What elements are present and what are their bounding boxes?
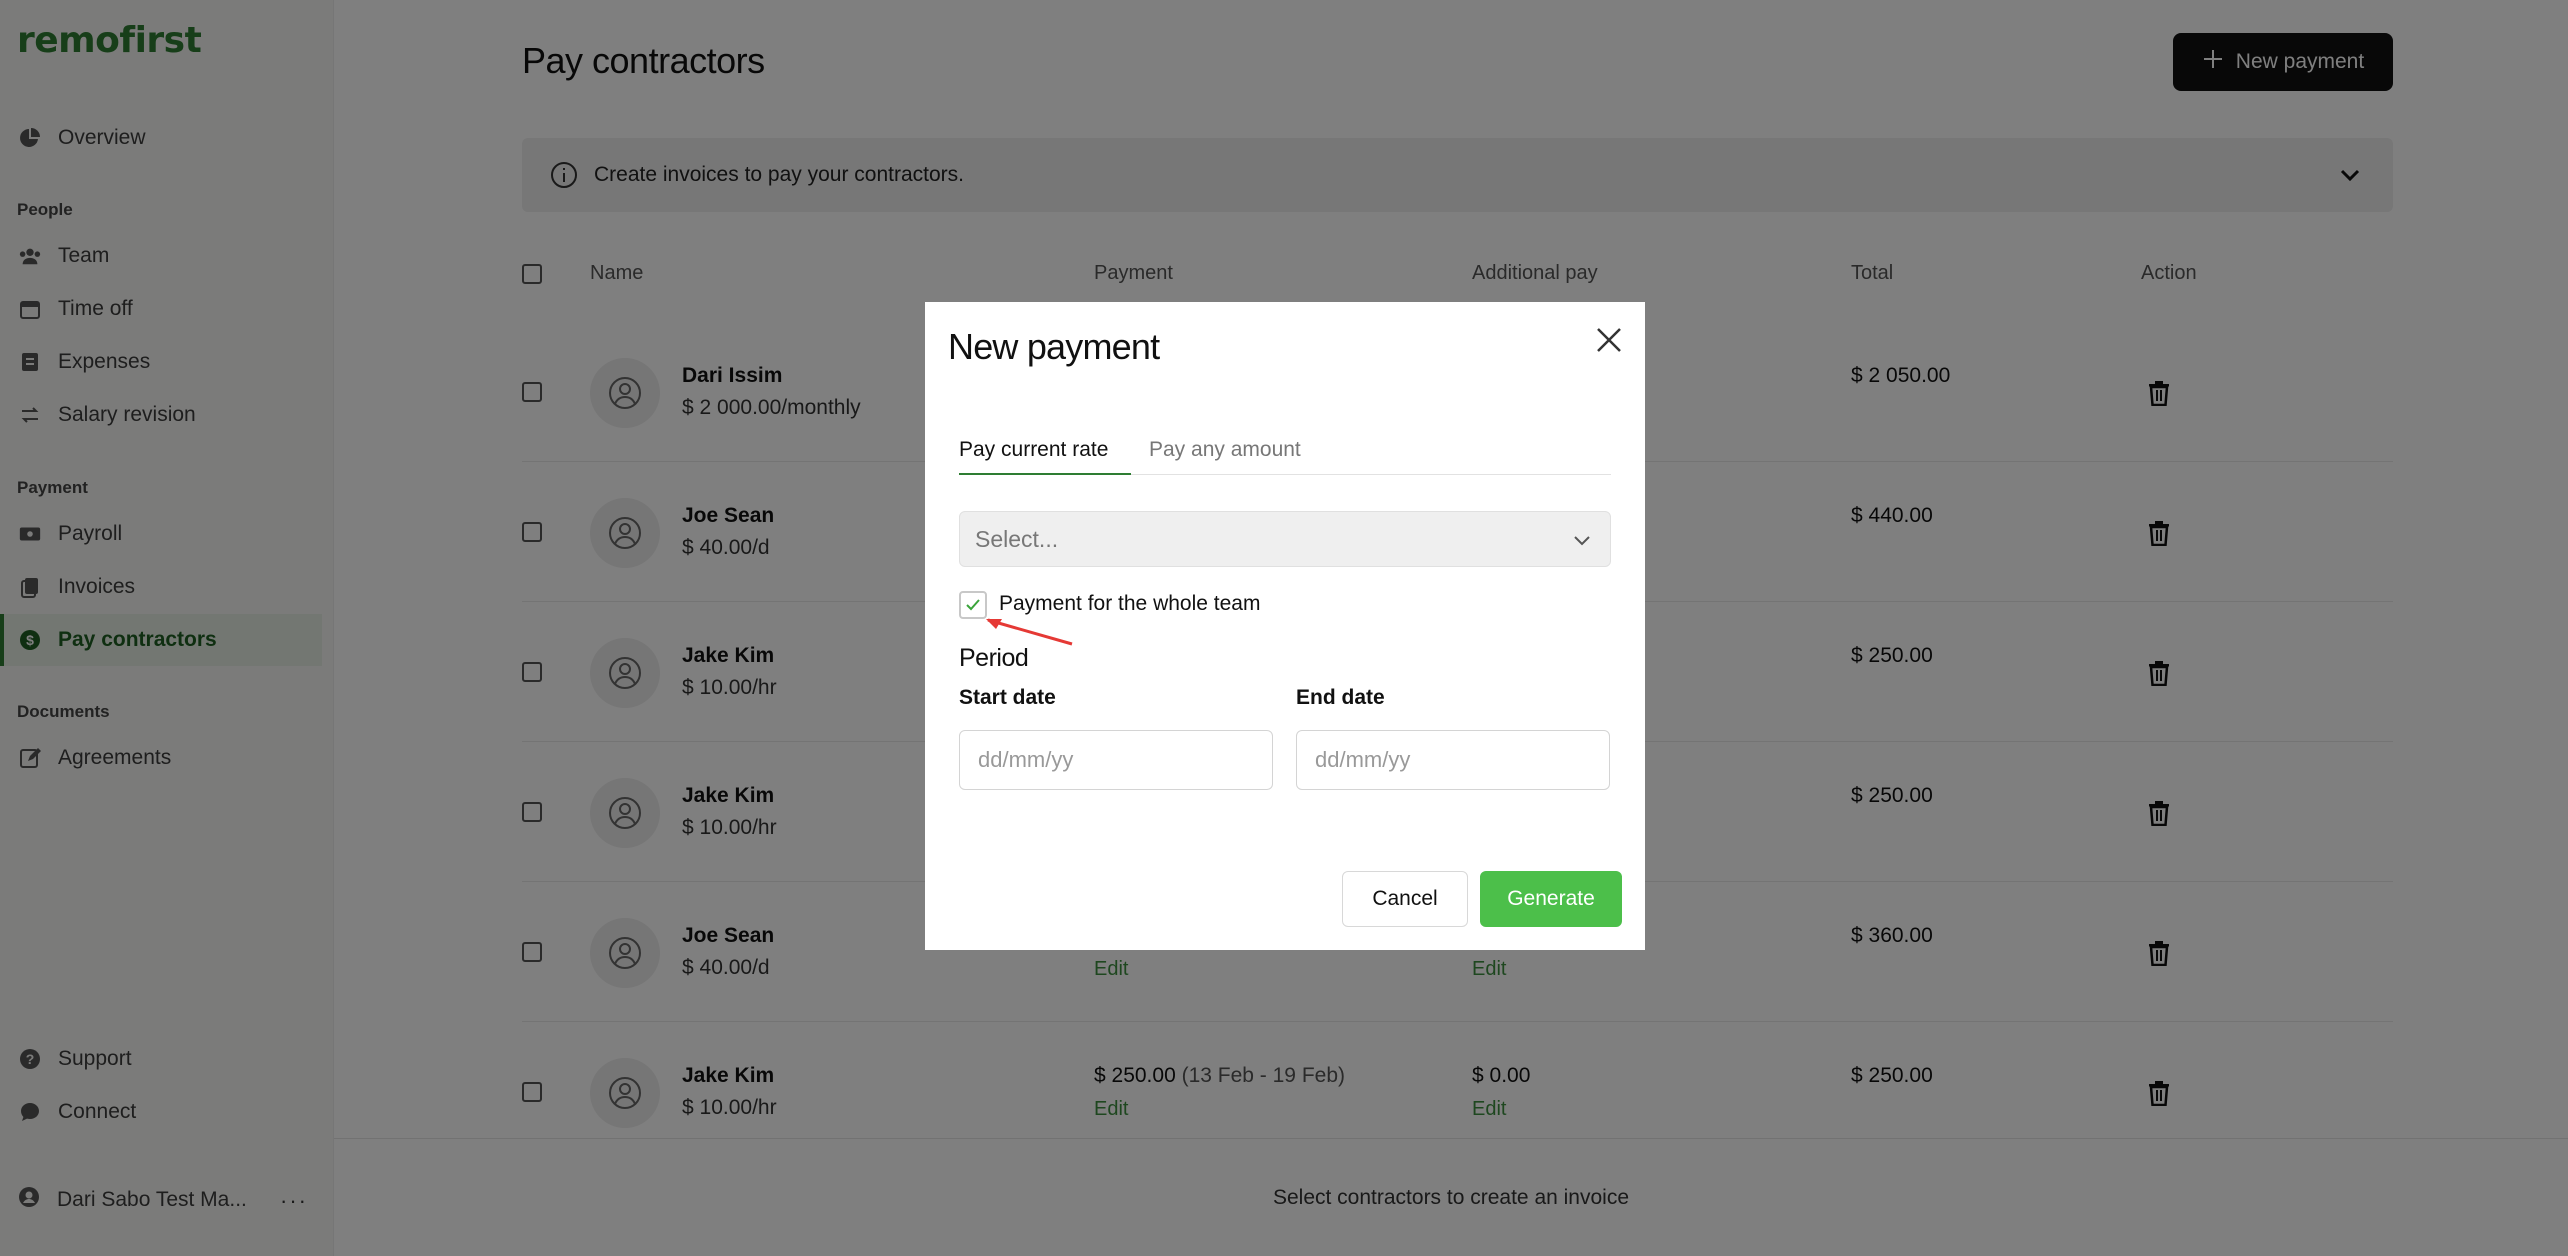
modal-title: New payment [948,326,1160,367]
chevron-down-icon [1570,528,1594,558]
end-date-placeholder: dd/mm/yy [1315,747,1411,772]
cancel-button[interactable]: Cancel [1342,871,1468,927]
annotation-arrow-icon [986,618,1073,646]
start-date-input[interactable]: dd/mm/yy [959,730,1273,790]
select-placeholder: Select... [975,525,1059,552]
start-date-placeholder: dd/mm/yy [978,747,1074,772]
close-icon[interactable] [1591,322,1627,358]
end-date-label: End date [1296,686,1385,709]
start-date-label: Start date [959,686,1056,709]
tab-pay-any-amount[interactable]: Pay any amount [1149,438,1301,462]
end-date-input[interactable]: dd/mm/yy [1296,730,1610,790]
contractor-select[interactable]: Select... [959,511,1611,567]
tab-active-indicator [959,473,1131,475]
tab-pay-current-rate[interactable]: Pay current rate [959,438,1108,462]
generate-button[interactable]: Generate [1480,871,1622,927]
